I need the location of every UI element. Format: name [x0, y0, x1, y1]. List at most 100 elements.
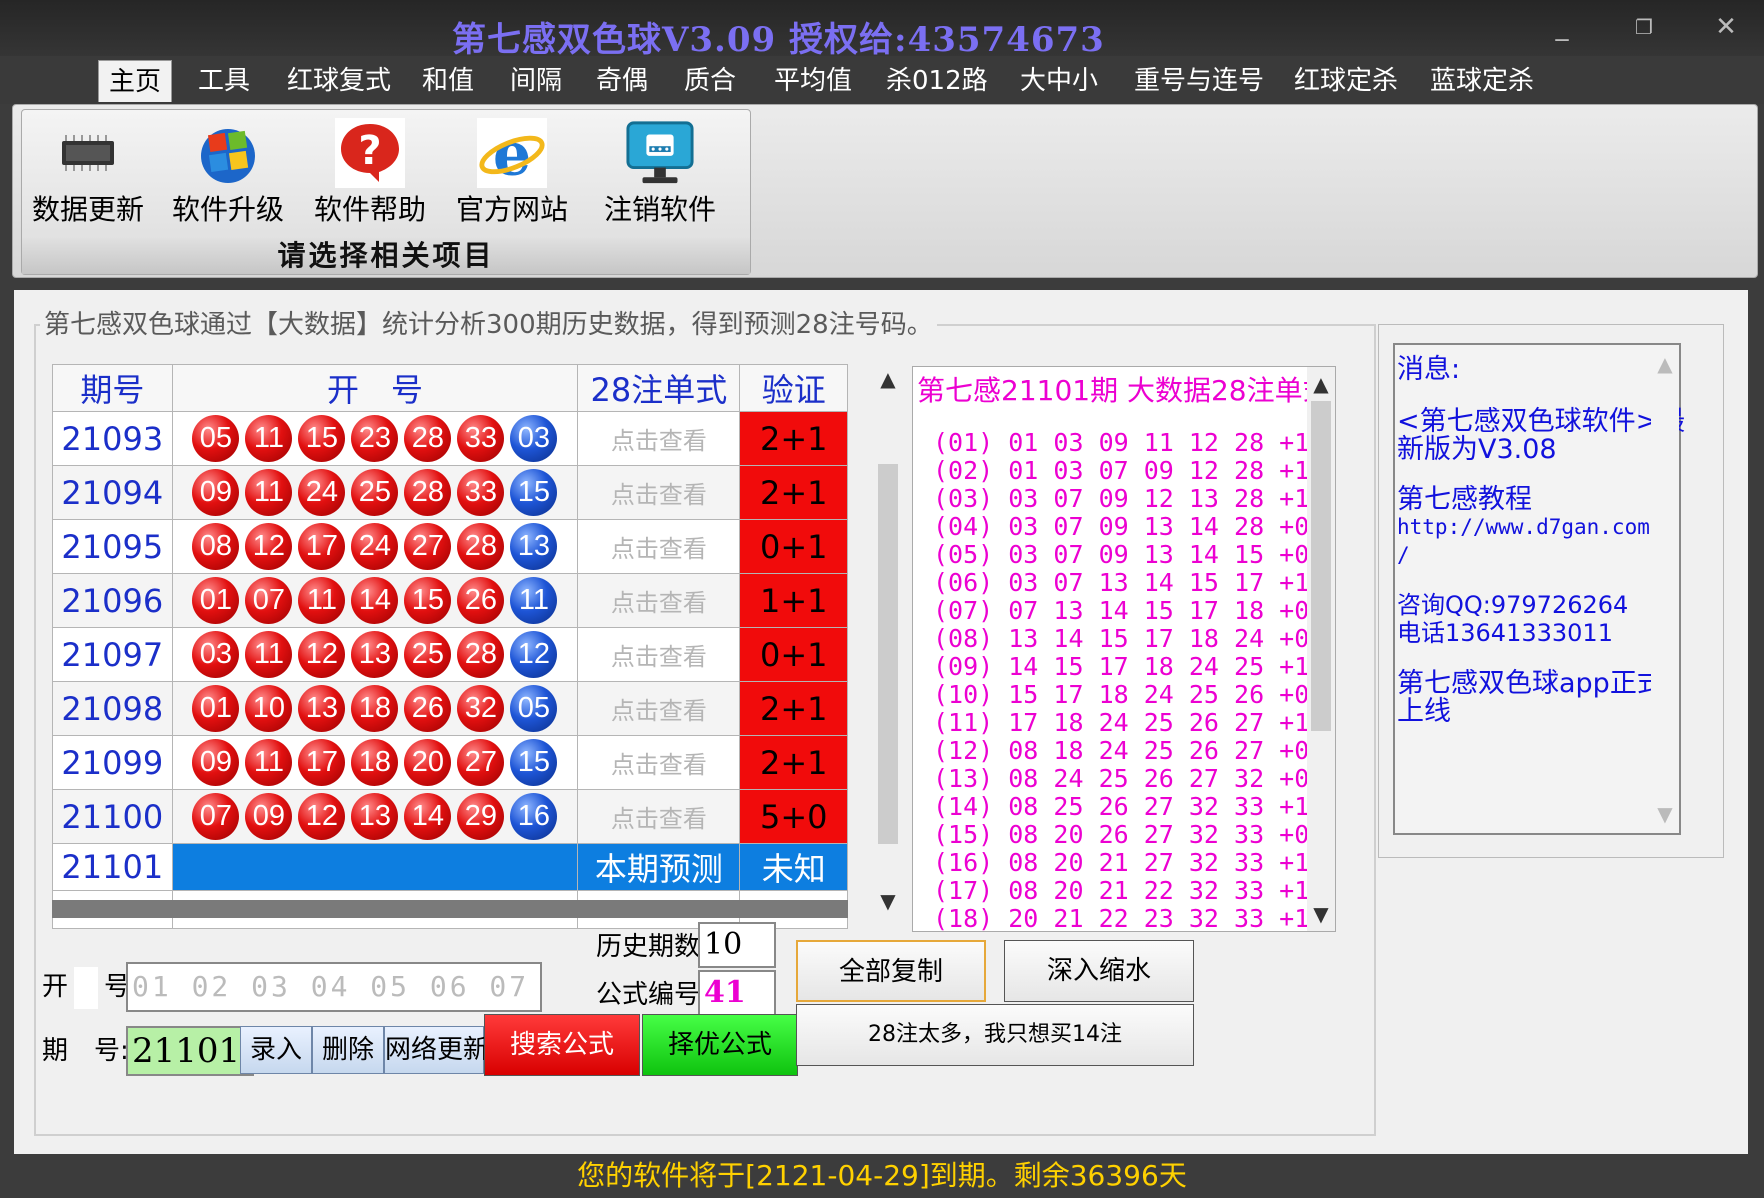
table-row[interactable]: 21095 08 12 17 24 27 28 13 点击查看 0+1	[52, 519, 848, 574]
data-update-button[interactable]: 数据更新	[28, 118, 148, 228]
table-row[interactable]: 21093 05 11 15 23 28 33 03 点击查看 2+1	[52, 411, 848, 466]
view-link[interactable]: 点击查看	[577, 411, 741, 466]
view-link[interactable]: 点击查看	[577, 789, 741, 844]
restore-button[interactable]: ❐	[1622, 10, 1666, 44]
red-ball: 33	[457, 415, 505, 462]
software-help-button[interactable]: ? 软件帮助	[308, 118, 432, 228]
prediction-line: (03) 03 07 09 12 13 28 +16	[933, 484, 1325, 513]
red-ball: 27	[457, 739, 505, 786]
prediction-line: (07) 07 13 14 15 17 18 +07	[933, 596, 1325, 625]
network-update-button[interactable]: 网络更新	[384, 1026, 489, 1074]
message-title: 消息:	[1397, 354, 1461, 385]
deep-shrink-button[interactable]: 深入缩水	[1004, 940, 1194, 1002]
official-site-button[interactable]: e 官方网站	[450, 118, 574, 228]
tab-tools[interactable]: 工具	[198, 60, 250, 102]
scroll-up-icon[interactable]: ▲	[1651, 349, 1679, 379]
scroll-thumb[interactable]	[878, 464, 898, 844]
tab-red-complex[interactable]: 红球复式	[287, 60, 391, 102]
prediction-panel: 第七感21101期 大数据28注单式 (01) 01 03 09 11 12 2…	[912, 366, 1336, 932]
scroll-thumb[interactable]	[1311, 401, 1331, 731]
red-ball: 26	[404, 685, 452, 732]
issue-cell: 21093	[52, 411, 173, 466]
red-ball: 13	[351, 793, 399, 840]
tab-interval[interactable]: 间隔	[510, 60, 562, 102]
window-title: 第七感双色球V3.09 授权给:43574673	[452, 20, 1105, 60]
scroll-down-icon[interactable]: ▼	[1651, 799, 1679, 829]
red-ball: 20	[404, 739, 452, 786]
search-formula-button[interactable]: 搜索公式	[484, 1014, 640, 1076]
table-row[interactable]: 21100 07 09 12 13 14 29 16 点击查看 5+0	[52, 789, 848, 844]
prediction-scrollbar[interactable]: ▲ ▼	[1307, 367, 1335, 931]
tab-red-fixed-kill[interactable]: 红球定杀	[1294, 60, 1398, 102]
kai-cursor	[74, 966, 99, 1009]
numbers-input[interactable]: 01 02 03 04 05 06 07	[126, 962, 542, 1012]
buy-14-button[interactable]: 28注太多，我只想买14注	[796, 1004, 1194, 1066]
issue-input[interactable]: 21101	[126, 1026, 254, 1076]
tab-average[interactable]: 平均值	[774, 60, 852, 102]
table-row[interactable]: 21099 09 11 17 18 20 27 15 点击查看 2+1	[52, 735, 848, 790]
red-ball: 32	[457, 685, 505, 732]
ribbon-group: 数据更新 软件升级 ? 软件帮助 e 官方网站 注销软件 请选择相关项目	[21, 109, 751, 275]
view-link[interactable]: 点击查看	[577, 465, 741, 520]
red-ball: 28	[457, 631, 505, 678]
tab-sum[interactable]: 和值	[422, 60, 474, 102]
tab-kill-012[interactable]: 杀012路	[886, 60, 988, 102]
view-link[interactable]: 点击查看	[577, 681, 741, 736]
view-link[interactable]: 点击查看	[577, 573, 741, 628]
view-link[interactable]: 点击查看	[577, 519, 741, 574]
menu-bar: 主页 工具 红球复式 和值 间隔 奇偶 质合 平均值 杀012路 大中小 重号与…	[0, 56, 1764, 104]
tab-blue-fixed-kill[interactable]: 蓝球定杀	[1430, 60, 1534, 102]
red-ball: 24	[351, 523, 399, 570]
table-row[interactable]: 21098 01 10 13 18 26 32 05 点击查看 2+1	[52, 681, 848, 736]
red-ball: 01	[192, 577, 240, 624]
delete-button[interactable]: 删除	[312, 1026, 384, 1074]
scroll-up-icon[interactable]: ▲	[874, 364, 902, 394]
prediction-line: (04) 03 07 09 13 14 28 +06	[933, 512, 1325, 541]
software-upgrade-button[interactable]: 软件升级	[168, 118, 288, 228]
issue-cell: 21095	[52, 519, 173, 574]
current-issue-row[interactable]: 21101 本期预测 未知	[52, 843, 848, 891]
optimize-formula-button[interactable]: 择优公式	[642, 1014, 798, 1076]
tab-size[interactable]: 大中小	[1020, 60, 1098, 102]
copy-all-button[interactable]: 全部复制	[796, 940, 986, 1002]
website-link-tail[interactable]: /	[1397, 541, 1410, 570]
history-count-label: 历史期数:	[596, 932, 709, 962]
history-count-input[interactable]: 10	[698, 922, 776, 968]
tutorial-link[interactable]: 第七感教程	[1397, 485, 1532, 514]
website-link[interactable]: http://www.d7gan.com	[1397, 513, 1650, 542]
red-ball: 28	[457, 523, 505, 570]
table-row[interactable]: 21096 01 07 11 14 15 26 11 点击查看 1+1	[52, 573, 848, 628]
scroll-up-icon[interactable]: ▲	[1307, 369, 1335, 399]
scroll-down-icon[interactable]: ▼	[874, 886, 902, 916]
issue-cell: 21100	[52, 789, 173, 844]
red-ball: 05	[192, 415, 240, 462]
current-single[interactable]: 本期预测	[577, 843, 741, 891]
status-bar: 您的软件将于[2121-04-29]到期。剩余36396天	[0, 1154, 1764, 1198]
logout-software-button[interactable]: 注销软件	[598, 118, 722, 228]
numbers-cell: 07 09 12 13 14 29 16	[171, 789, 579, 844]
table-row[interactable]: 21094 09 11 24 25 28 33 15 点击查看 2+1	[52, 465, 848, 520]
prediction-line: (02) 01 03 07 09 12 28 +11	[933, 456, 1325, 485]
verify-cell: 5+0	[739, 789, 848, 844]
table-scrollbar[interactable]: ▲ ▼	[874, 364, 902, 916]
minimize-button[interactable]: _	[1540, 10, 1584, 44]
tab-home[interactable]: 主页	[98, 60, 173, 102]
message-scrollbar[interactable]: ▲ ▼	[1651, 345, 1679, 833]
view-link[interactable]: 点击查看	[577, 627, 741, 682]
tab-odd-even[interactable]: 奇偶	[596, 60, 648, 102]
col-verify: 验证	[739, 364, 848, 412]
tab-repeat-consecutive[interactable]: 重号与连号	[1134, 60, 1264, 102]
tab-prime[interactable]: 质合	[684, 60, 736, 102]
title-bar: 第七感双色球V3.09 授权给:43574673 _ ❐ ✕	[0, 0, 1764, 60]
table-row[interactable]: 21097 03 11 12 13 25 28 12 点击查看 0+1	[52, 627, 848, 682]
numbers-cell: 01 10 13 18 26 32 05	[171, 681, 579, 736]
verify-cell: 0+1	[739, 519, 848, 574]
view-link[interactable]: 点击查看	[577, 735, 741, 790]
close-button[interactable]: ✕	[1704, 10, 1748, 44]
scroll-down-icon[interactable]: ▼	[1307, 899, 1335, 929]
enter-button[interactable]: 录入	[240, 1026, 312, 1074]
prediction-line: (15) 08 20 26 27 32 33 +09	[933, 820, 1325, 849]
blue-ball: 05	[510, 685, 558, 732]
message-line: 新版为V3.08	[1397, 434, 1557, 465]
formula-number-input[interactable]: 41	[698, 970, 776, 1016]
